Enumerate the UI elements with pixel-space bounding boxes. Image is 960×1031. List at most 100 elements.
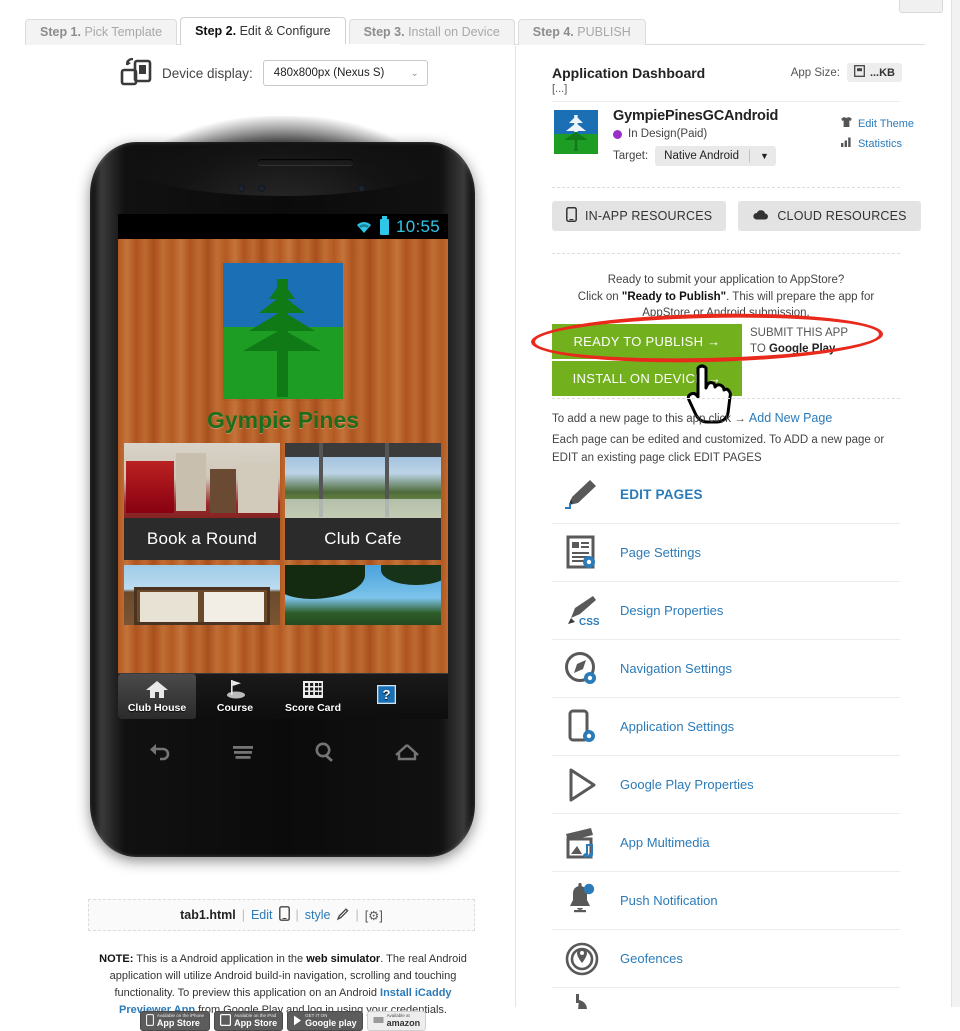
app-status-label: In Design(Paid) xyxy=(628,128,708,140)
ipad-icon xyxy=(220,1014,232,1028)
google-play-icon xyxy=(293,1015,302,1028)
app-tab-help[interactable]: ? xyxy=(352,674,420,719)
divider: | xyxy=(355,908,359,922)
select-separator xyxy=(748,150,750,162)
edit-theme-link[interactable]: Edit Theme xyxy=(840,116,914,131)
device-rotate-icon[interactable] xyxy=(120,57,152,88)
app-tab-club-house[interactable]: Club House xyxy=(118,674,196,719)
note-text-1: This is a Android application in the xyxy=(133,953,307,965)
statistics-link[interactable]: Statistics xyxy=(840,136,914,151)
app-home-screen: Gympie Pines Book a Round Club Cafe Club… xyxy=(118,239,448,719)
menu-item-app-multimedia[interactable]: App Multimedia xyxy=(552,813,900,871)
app-tile-caption: Club Cafe xyxy=(285,518,441,560)
menu-item-navigation-settings[interactable]: Navigation Settings xyxy=(552,639,900,697)
menu-icon[interactable] xyxy=(230,741,256,766)
notice-board-photo xyxy=(124,565,280,625)
tab-step-1[interactable]: Step 1. Pick Template xyxy=(25,19,178,45)
tab-step-4-number: Step 4. xyxy=(532,25,574,39)
submit-hint-google-play: Google Play xyxy=(768,342,836,355)
submit-hint-line-1: SUBMIT THIS APP xyxy=(750,327,848,339)
android-status-bar: 10:55 xyxy=(118,214,448,239)
phone-simulator: 10:55 Gympie Pines Book a Round Club Caf… xyxy=(90,104,475,864)
menu-item-label: Navigation Settings xyxy=(620,661,733,676)
phone-icon[interactable] xyxy=(278,906,290,924)
app-title: Gympie Pines xyxy=(206,407,360,433)
bar-chart-icon xyxy=(840,136,853,151)
tshirt-icon xyxy=(840,116,853,131)
device-display-select[interactable]: 480x800px (Nexus S) ⌄ xyxy=(262,60,428,86)
edit-theme-label: Edit Theme xyxy=(857,117,914,130)
tab-step-2[interactable]: Step 2. Edit & Configure xyxy=(180,17,346,45)
menu-item-design-properties[interactable]: CSS Design Properties xyxy=(552,581,900,639)
tab-step-3[interactable]: Step 3. Install on Device xyxy=(348,19,515,45)
app-size-pill[interactable]: ...KB xyxy=(846,63,902,82)
home-icon[interactable] xyxy=(394,741,420,766)
cloud-resources-button[interactable]: CLOUD RESOURCES xyxy=(738,201,921,231)
golf-flag-icon xyxy=(223,679,247,699)
app-size-block: App Size: ...KB xyxy=(791,63,902,82)
simulator-panel: Device display: 480x800px (Nexus S) ⌄ 10… xyxy=(0,46,515,1031)
dashboard-header: Application Dashboard App Size: ...KB xyxy=(552,63,902,82)
app-tab-course[interactable]: Course xyxy=(196,674,274,719)
cloud-icon xyxy=(752,209,769,224)
divider-2 xyxy=(552,187,900,188)
ready-to-publish-button[interactable]: READY TO PUBLISH → xyxy=(552,324,742,359)
active-tab-mask xyxy=(209,44,399,46)
app-tile-row-1: Book a Round Club Cafe xyxy=(124,443,442,560)
in-app-resources-button[interactable]: IN-APP RESOURCES xyxy=(552,201,727,231)
google-play-icon xyxy=(560,765,604,805)
menu-item-page-settings[interactable]: Page Settings xyxy=(552,523,900,581)
menu-item-geofences[interactable]: Geofences xyxy=(552,929,900,987)
menu-item-google-play-properties[interactable]: Google Play Properties xyxy=(552,755,900,813)
add-new-page-link[interactable]: Add New Page xyxy=(749,411,832,425)
menu-item-application-settings[interactable]: Application Settings xyxy=(552,697,900,755)
tab-step-1-label: Pick Template xyxy=(84,25,163,39)
home-icon xyxy=(145,679,169,699)
phone-screen[interactable]: 10:55 Gympie Pines Book a Round Club Caf… xyxy=(118,214,448,719)
style-link[interactable]: style xyxy=(305,908,331,922)
divider-4 xyxy=(552,398,900,399)
tab-step-3-number: Step 3. xyxy=(363,25,405,39)
divider-3 xyxy=(552,253,900,254)
android-softkeys xyxy=(118,726,448,780)
badge-app-store-ipad[interactable]: Available on the iPad App Store xyxy=(214,1011,284,1031)
page-settings-gear-link[interactable]: [⚙] xyxy=(365,908,383,923)
back-icon[interactable] xyxy=(147,741,173,766)
search-icon[interactable] xyxy=(313,741,337,766)
ready-line-2-post: . This will prepare the app for xyxy=(726,290,875,303)
app-tile-caption: Book a Round xyxy=(124,518,280,560)
ready-line-3: AppStore or Android submission. xyxy=(642,307,810,320)
app-tile-notice-board[interactable] xyxy=(124,565,280,625)
app-tile-book-a-round[interactable]: Book a Round xyxy=(124,443,280,560)
edit-page-link[interactable]: Edit xyxy=(251,908,273,922)
dashboard-ellipsis[interactable]: [...] xyxy=(552,83,567,95)
pencil-icon[interactable] xyxy=(336,907,349,924)
target-select[interactable]: Native Android ▼ xyxy=(655,146,776,166)
badge-app-store-iphone[interactable]: Available on the iPhone App Store xyxy=(139,1011,211,1031)
top-right-stub-box xyxy=(899,0,943,13)
menu-item-edit-pages[interactable]: EDIT PAGES xyxy=(552,465,900,523)
page-settings-icon xyxy=(560,533,604,573)
submit-hint-line-2-pre: TO xyxy=(750,342,769,355)
app-size-value: ...KB xyxy=(869,66,895,79)
tab-step-2-number: Step 2. xyxy=(195,24,237,38)
svg-text:?: ? xyxy=(382,687,390,702)
app-tile-course[interactable] xyxy=(285,565,441,625)
note-bold-1: web simulator xyxy=(306,953,381,965)
phone-sensor-dot-2 xyxy=(258,185,265,192)
cloud-resources-label: CLOUD RESOURCES xyxy=(777,209,907,223)
app-tile-grid: Book a Round Club Cafe xyxy=(124,443,442,630)
app-tile-club-cafe[interactable]: Club Cafe xyxy=(285,443,441,560)
badge-amazon[interactable]: Available at amazon xyxy=(366,1011,427,1031)
dashboard-menu-list: EDIT PAGES Page Settings CSS Design Prop… xyxy=(552,465,900,1009)
file-icon xyxy=(853,65,865,80)
app-tab-score-card[interactable]: Score Card xyxy=(274,674,352,719)
tab-step-4[interactable]: Step 4. PUBLISH xyxy=(517,19,646,45)
menu-item-push-notification[interactable]: Push Notification xyxy=(552,871,900,929)
target-label: Target: xyxy=(613,150,649,162)
ready-line-1: Ready to submit your application to AppS… xyxy=(607,274,845,286)
statistics-label: Statistics xyxy=(857,137,902,150)
badge-google-play[interactable]: GET IT ON Google play xyxy=(287,1011,363,1031)
window-scrollbar-strip[interactable] xyxy=(951,0,960,1007)
menu-item-partial-next[interactable] xyxy=(552,987,900,1009)
